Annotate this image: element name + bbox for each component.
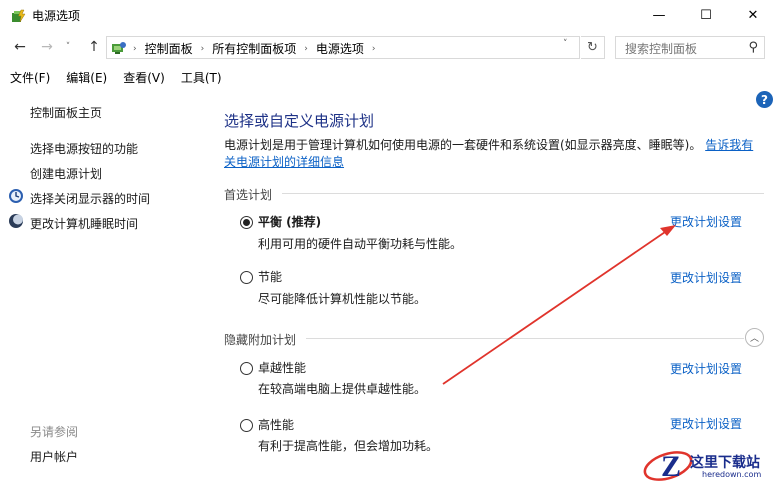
plan-name-high-performance[interactable]: 高性能 [258,416,294,433]
change-plan-settings-link[interactable]: 更改计划设置 [670,269,742,286]
sidebar-item-power-button[interactable]: 选择电源按钮的功能 [30,140,138,157]
menu-bar: 文件(F) 编辑(E) 查看(V) 工具(T) [0,66,776,88]
power-options-icon [12,9,26,23]
plan-radio-ultimate[interactable] [240,362,253,375]
change-plan-settings-link[interactable]: 更改计划设置 [670,213,742,230]
back-button[interactable]: ← [11,38,29,56]
search-placeholder: 搜索控制面板 [625,42,698,56]
close-button[interactable]: ✕ [730,0,776,31]
plan-desc-ultimate: 在较高端电脑上提供卓越性能。 [258,382,427,396]
up-button[interactable]: ↑ [85,38,103,56]
menu-edit[interactable]: 编辑(E) [66,66,107,88]
help-icon[interactable]: ? [756,91,773,108]
page-title: 选择或自定义电源计划 [224,112,375,130]
plan-desc-power-saver: 尽可能降低计算机性能以节能。 [258,292,427,306]
svg-text:Z: Z [661,450,681,483]
watermark-subtext: heredown.com [702,470,762,479]
plan-desc-balanced: 利用可用的硬件自动平衡功耗与性能。 [258,237,463,251]
divider [306,338,744,339]
plan-name-ultimate[interactable]: 卓越性能 [258,359,306,376]
divider [282,193,764,194]
breadcrumb-separator[interactable]: › [304,44,308,54]
sidebar: 控制面板主页 选择电源按钮的功能 创建电源计划 选择关闭显示器的时间 更改计算机… [0,90,215,485]
menu-view[interactable]: 查看(V) [123,66,165,88]
plan-radio-power-saver[interactable] [240,271,253,284]
sleep-moon-icon [9,214,23,228]
collapse-chevron-icon[interactable]: ︿ [745,328,764,347]
forward-button[interactable]: → [38,38,56,56]
display-clock-icon [9,189,23,203]
sidebar-item-display-off[interactable]: 选择关闭显示器的时间 [30,190,150,207]
breadcrumb: › 控制面板 › 所有控制面板项 › 电源选项 › [133,40,383,57]
address-bar[interactable]: › 控制面板 › 所有控制面板项 › 电源选项 › ˅ [106,36,580,59]
breadcrumb-all-items[interactable]: 所有控制面板项 [212,40,296,57]
address-dropdown-icon[interactable]: ˅ [563,39,568,49]
window-title: 电源选项 [32,9,81,23]
search-input[interactable]: 搜索控制面板 ⚲ [615,36,765,59]
sidebar-item-create-plan[interactable]: 创建电源计划 [30,165,102,182]
plan-desc-high-performance: 有利于提高性能，但会增加功耗。 [258,439,439,453]
recent-locations-button[interactable]: ˅ [62,38,74,56]
search-icon[interactable]: ⚲ [748,40,758,55]
menu-tools[interactable]: 工具(T) [181,66,222,88]
breadcrumb-separator[interactable]: › [201,44,205,54]
plan-name-balanced[interactable]: 平衡 (推荐) [258,213,321,230]
plan-radio-high-performance[interactable] [240,419,253,432]
menu-file[interactable]: 文件(F) [10,66,50,88]
change-plan-settings-link[interactable]: 更改计划设置 [670,360,742,377]
see-also-heading: 另请参阅 [30,425,79,439]
maximize-button[interactable]: ☐ [683,0,729,31]
preferred-plans-heading: 首选计划 [224,188,273,202]
breadcrumb-separator: › [133,43,137,54]
change-plan-settings-link[interactable]: 更改计划设置 [670,415,742,432]
control-panel-icon [112,42,126,54]
hidden-plans-heading[interactable]: 隐藏附加计划 [224,331,296,348]
breadcrumb-control-panel[interactable]: 控制面板 [145,40,193,57]
minimize-button[interactable]: — [636,0,682,31]
breadcrumb-power-options[interactable]: 电源选项 [316,40,364,57]
sidebar-item-control-panel-home[interactable]: 控制面板主页 [30,104,102,121]
refresh-button[interactable]: ↻ [581,36,605,59]
description-text: 电源计划是用于管理计算机如何使用电源的一套硬件和系统设置(如显示器亮度、睡眠等)… [224,138,702,152]
navigation-bar: ← → ˅ ↑ › 控制面板 › 所有控制面板项 › 电源选项 › ˅ ↻ 搜索… [0,32,776,62]
plan-radio-balanced[interactable] [240,216,253,229]
title-bar: 电源选项 — ☐ ✕ [0,0,776,31]
plan-name-power-saver[interactable]: 节能 [258,268,282,285]
breadcrumb-separator[interactable]: › [372,44,376,54]
page-description: 电源计划是用于管理计算机如何使用电源的一套硬件和系统设置(如显示器亮度、睡眠等)… [224,137,764,171]
sidebar-item-sleep-time[interactable]: 更改计算机睡眠时间 [30,215,138,232]
watermark-text: 这里下载站 [690,455,760,471]
sidebar-item-user-accounts[interactable]: 用户帐户 [30,448,78,465]
